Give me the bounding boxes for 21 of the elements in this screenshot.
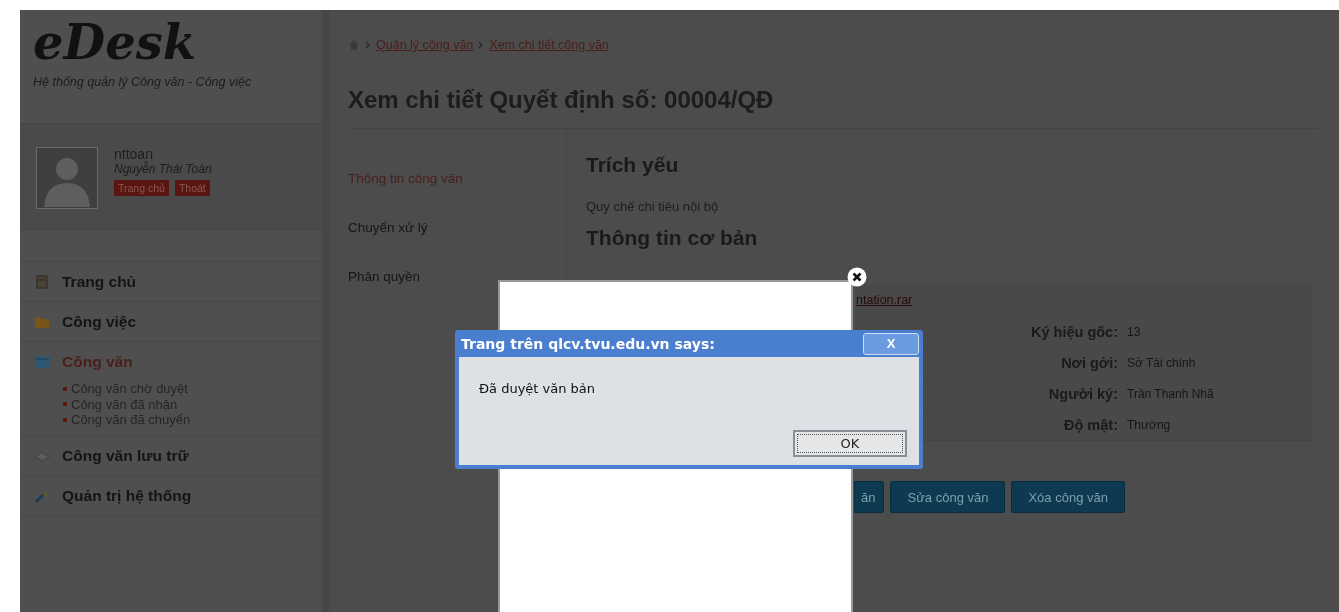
document-icon <box>34 353 50 370</box>
avatar-icon <box>36 147 98 209</box>
chevron-icon <box>365 41 371 49</box>
logo: eDesk <box>33 13 196 72</box>
dialog-title: Trang trên qlcv.tvu.edu.vn says: <box>460 335 715 352</box>
close-button[interactable]: X <box>863 332 919 355</box>
action-button[interactable]: Sửa công văn <box>890 481 1006 513</box>
menu-item[interactable]: Quản trị hệ thống <box>20 476 322 516</box>
page-icon <box>34 273 50 290</box>
action-button[interactable]: Xóa công văn <box>1011 481 1125 513</box>
close-icon[interactable] <box>847 267 867 287</box>
menu-item[interactable]: Công văn lưu trữ <box>20 436 322 476</box>
action-button[interactable]: ăn <box>854 481 885 513</box>
chevron-icon <box>478 41 485 49</box>
user-link[interactable]: Trang chủ <box>114 180 169 196</box>
alert-message: Đã duyệt văn bản <box>479 381 597 396</box>
attachment-link[interactable]: ntation.rar <box>856 293 913 307</box>
menu-item[interactable]: Trang chủ <box>20 262 322 301</box>
menu-item[interactable]: Công việc <box>20 302 322 341</box>
user-link[interactable]: Thoát <box>174 180 210 196</box>
ok-button[interactable]: OK <box>793 430 907 457</box>
